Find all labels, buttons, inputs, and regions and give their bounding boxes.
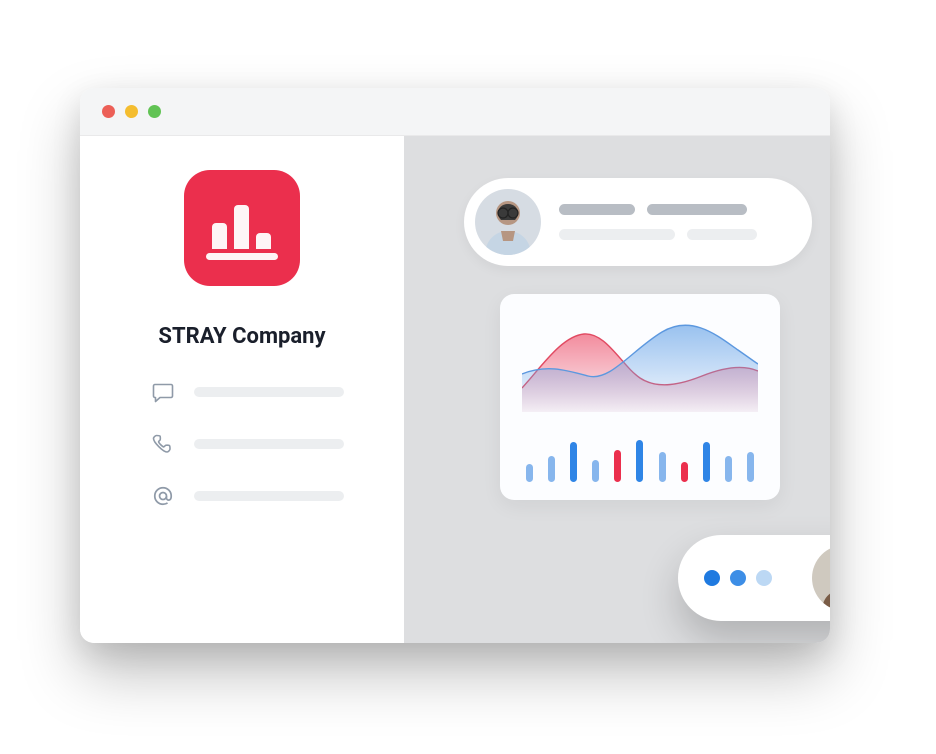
at-sign-icon xyxy=(150,483,176,509)
app-body: STRAY Company xyxy=(80,136,830,643)
window-maximize-button[interactable] xyxy=(148,105,161,118)
message-bubble[interactable] xyxy=(464,178,812,266)
window-close-button[interactable] xyxy=(102,105,115,118)
window-title-bar xyxy=(80,88,830,136)
bar xyxy=(570,442,577,482)
bar xyxy=(725,456,732,482)
sidebar: STRAY Company xyxy=(80,136,404,643)
window-minimize-button[interactable] xyxy=(125,105,138,118)
area-chart-icon xyxy=(522,316,758,412)
phone-icon xyxy=(150,431,176,457)
chart-card[interactable] xyxy=(500,294,780,500)
contact-phone-placeholder xyxy=(194,439,344,449)
typing-dot xyxy=(730,570,746,586)
avatar-responder xyxy=(812,545,830,611)
contact-chat-row[interactable] xyxy=(150,379,344,405)
main-panel xyxy=(404,136,830,643)
contact-list xyxy=(80,379,344,509)
bar xyxy=(636,440,643,482)
contact-chat-placeholder xyxy=(194,387,344,397)
company-name: STRAY Company xyxy=(158,324,325,349)
typing-dots xyxy=(704,570,802,586)
bar xyxy=(703,442,710,482)
message-line xyxy=(559,229,675,240)
typing-indicator-bubble[interactable] xyxy=(678,535,830,621)
message-line xyxy=(559,204,635,215)
message-content xyxy=(559,204,757,240)
typing-dot xyxy=(704,570,720,586)
bar xyxy=(526,464,533,482)
contact-phone-row[interactable] xyxy=(150,431,344,457)
bar xyxy=(681,462,688,482)
bar xyxy=(747,452,754,482)
chat-icon xyxy=(150,379,176,405)
contact-email-placeholder xyxy=(194,491,344,501)
bar xyxy=(592,460,599,482)
message-line xyxy=(647,204,747,215)
company-app-icon xyxy=(184,170,300,286)
typing-dot xyxy=(756,570,772,586)
bar xyxy=(659,452,666,482)
contact-email-row[interactable] xyxy=(150,483,344,509)
app-window: STRAY Company xyxy=(80,88,830,643)
mini-bar-chart xyxy=(522,434,758,482)
avatar-sender xyxy=(475,189,541,255)
bar xyxy=(614,450,621,482)
message-line xyxy=(687,229,757,240)
bar-chart-icon xyxy=(206,196,278,260)
bar xyxy=(548,456,555,482)
